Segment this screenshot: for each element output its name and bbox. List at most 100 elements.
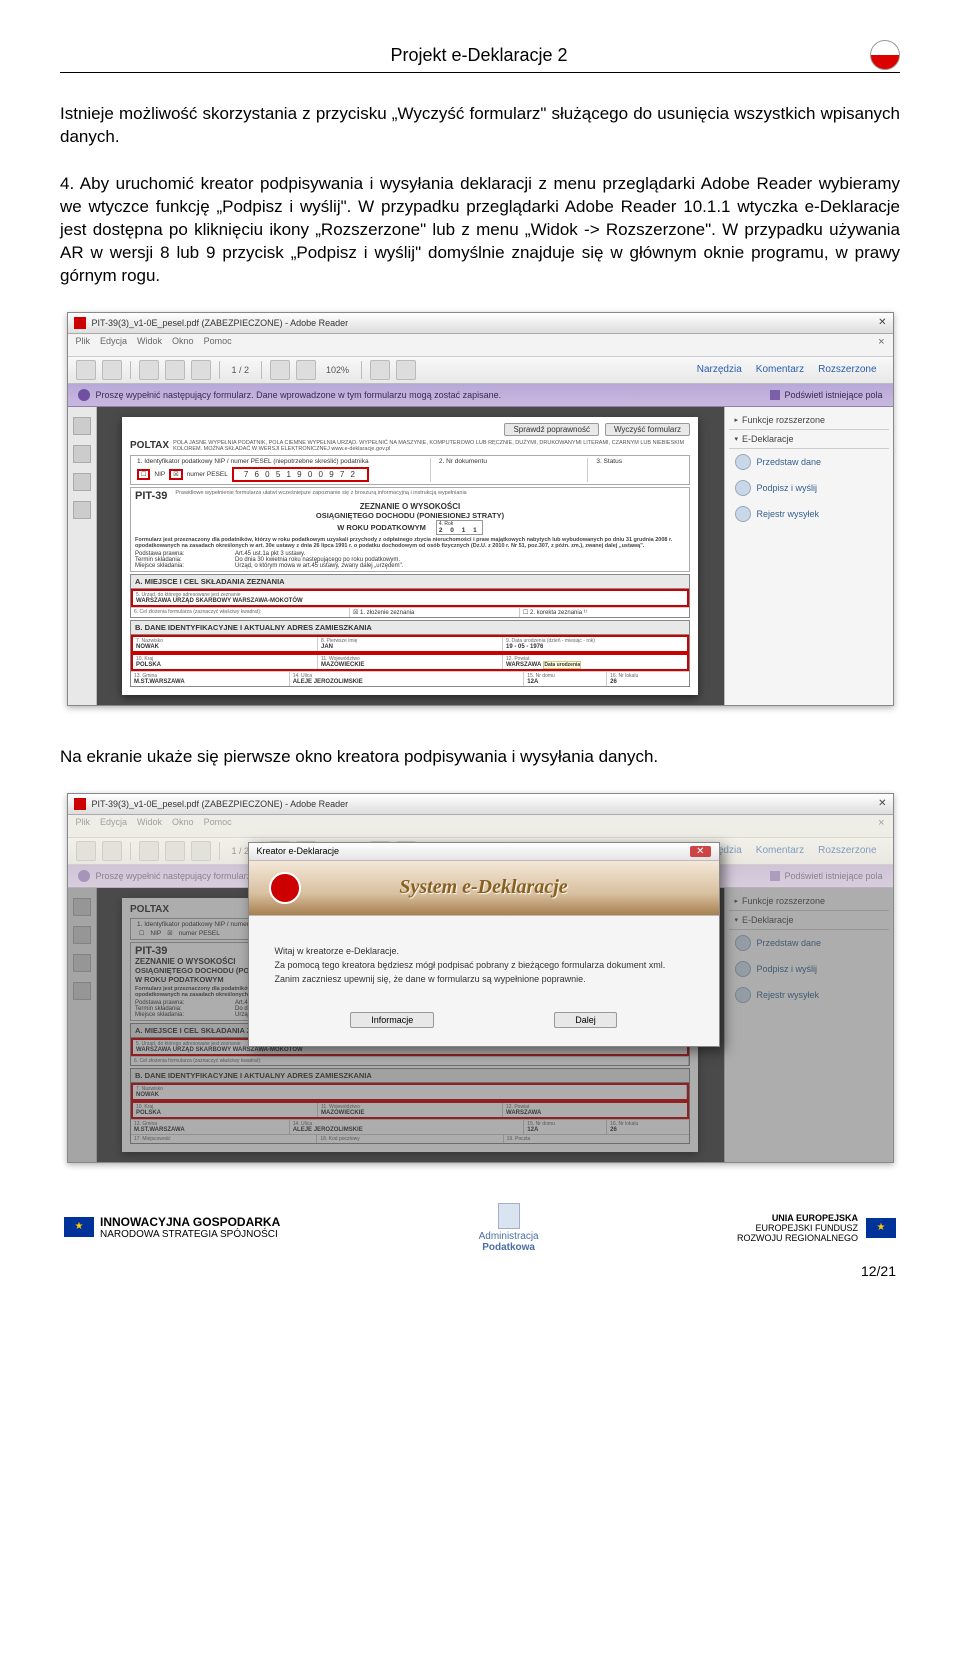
paragraph-3: Na ekranie ukaże się pierwsze okno kreat… xyxy=(60,746,900,769)
poltax-desc: POLA JASNE WYPEŁNIA PODATNIK, POLA CIEMN… xyxy=(173,440,690,452)
menu2-okno: Okno xyxy=(172,817,194,835)
wizard-banner: System e-Deklaracje xyxy=(249,861,719,916)
wizard-body: Witaj w kreatorze e-Deklaracje. Za pomoc… xyxy=(249,916,719,998)
footer-center-1: Administracja xyxy=(479,1231,539,1242)
b13v[interactable]: M.ST.WARSZAWA xyxy=(134,679,286,685)
fld-a6a[interactable]: 1. złożenie zeznania xyxy=(360,610,414,616)
highlight-label-2: Podświetl istniejące pola xyxy=(784,871,882,881)
b14v2: ALEJE JEROZOLIMSKIE xyxy=(293,1127,521,1133)
rp-edekl[interactable]: ▾E-Deklaracje xyxy=(729,430,889,449)
b18n2: 18. Kod pocztowy xyxy=(320,1136,499,1142)
rp2-funkc: ▸Funkcje rozszerzone xyxy=(729,892,889,911)
b8v[interactable]: JAN xyxy=(321,644,499,650)
window-close-icon[interactable]: ✕ xyxy=(878,317,886,328)
tb-email-icon[interactable] xyxy=(191,360,211,380)
lock-icon[interactable] xyxy=(73,445,91,463)
footer-center: Administracja Podatkowa xyxy=(479,1203,539,1253)
attachment-icon[interactable] xyxy=(73,501,91,519)
field3-label: 3. Status xyxy=(592,458,687,482)
document-area: Sprawdź poprawność Wyczyść formularz POL… xyxy=(97,407,724,705)
form-description: Formularz jest przeznaczony dla podatnik… xyxy=(135,535,685,551)
wizard-info-button[interactable]: Informacje xyxy=(350,1012,434,1028)
window-close-icon-2[interactable]: ✕ xyxy=(878,798,886,809)
b16v[interactable]: 26 xyxy=(610,679,686,685)
niplbl2: NIP xyxy=(150,930,161,937)
screenshot-adobe-reader: PIT-39(3)_v1-0E_pesel.pdf (ZABEZPIECZONE… xyxy=(67,312,894,706)
b10v[interactable]: POLSKA xyxy=(136,662,314,668)
menu-okno[interactable]: Okno xyxy=(172,336,194,354)
header-logo-icon xyxy=(870,40,900,70)
pdf-icon-2 xyxy=(74,798,86,810)
menubar-close-icon[interactable]: × xyxy=(878,336,884,354)
left-gutter-2 xyxy=(68,888,97,1162)
rp2-edekl: ▾E-Deklaracje xyxy=(729,911,889,930)
menu2-pomoc: Pomoc xyxy=(204,817,232,835)
b13v2: M.ST.WARSZAWA xyxy=(134,1127,286,1133)
thumb-icon[interactable] xyxy=(73,417,91,435)
wizard-next-button[interactable]: Dalej xyxy=(554,1012,617,1028)
menu-pomoc[interactable]: Pomoc xyxy=(204,336,232,354)
fld-a6b[interactable]: 2. korekta zeznania ¹⁾ xyxy=(530,610,587,616)
field1-label: 1. Identyfikator podatkowy NIP / numer P… xyxy=(137,458,426,465)
menu-edycja[interactable]: Edycja xyxy=(100,336,127,354)
year-value[interactable]: 2 0 1 1 xyxy=(439,527,480,534)
page-title: Projekt e-Deklaracje 2 xyxy=(88,45,870,66)
fld-a5-v[interactable]: WARSZAWA URZĄD SKARBOWY WARSZAWA-MOKOTÓW xyxy=(136,598,684,604)
tb-zoomin-icon[interactable] xyxy=(296,360,316,380)
rp-item-przedstaw[interactable]: Przedstaw dane xyxy=(729,449,889,475)
rp-item-rejestr[interactable]: Rejestr wysyłek xyxy=(729,501,889,527)
footer-eu-flag-right-icon: ★ xyxy=(866,1218,896,1238)
tb-misc-2[interactable] xyxy=(396,360,416,380)
nip-checkbox[interactable]: ☐ xyxy=(137,469,150,480)
rp2-ic2 xyxy=(735,961,751,977)
link-rozszerzone[interactable]: Rozszerzone xyxy=(818,364,876,375)
rp-item-podpisz[interactable]: Podpisz i wyślij xyxy=(729,475,889,501)
btn-wyczysc[interactable]: Wyczyść formularz xyxy=(605,423,690,436)
tb-save-icon[interactable] xyxy=(139,360,159,380)
menu-plik[interactable]: Plik xyxy=(76,336,91,354)
b10v2: POLSKA xyxy=(136,1110,314,1116)
rp-icon-3 xyxy=(735,506,751,522)
menu-widok[interactable]: Widok xyxy=(137,336,162,354)
highlight-toggle[interactable] xyxy=(770,390,780,400)
wizard-close-button[interactable]: ✕ xyxy=(690,846,710,857)
paragraph-2: 4. Aby uruchomić kreator podpisywania i … xyxy=(60,173,900,288)
b17n2: 17. Miejscowość xyxy=(134,1136,313,1142)
footer-center-2: Podatkowa xyxy=(479,1242,539,1253)
pesel-value[interactable]: 7 6 0 5 1 9 0 0 9 7 2 xyxy=(232,467,369,482)
left-nav-gutter xyxy=(68,407,97,705)
bookmark-icon[interactable] xyxy=(73,473,91,491)
highlight-fields-btn[interactable]: Podświetl istniejące pola xyxy=(784,390,882,400)
btn-sprawdz[interactable]: Sprawdź poprawność xyxy=(504,423,598,436)
window-titlebar-2: PIT-39(3)_v1-0E_pesel.pdf (ZABEZPIECZONE… xyxy=(68,794,893,815)
b9v[interactable]: 19 - 05 - 1976 xyxy=(506,644,684,650)
b12v[interactable]: WARSZAWA xyxy=(506,662,541,668)
page-number: 12/21 xyxy=(60,1263,900,1279)
footer-left-2: NARODOWA STRATEGIA SPÓJNOŚCI xyxy=(100,1229,280,1240)
rp2-ic1 xyxy=(735,935,751,951)
tb-print-icon[interactable] xyxy=(165,360,185,380)
b7v[interactable]: NOWAK xyxy=(136,644,314,650)
link-komentarz[interactable]: Komentarz xyxy=(756,364,804,375)
tb-btn-2[interactable] xyxy=(102,360,122,380)
pit-number: PIT-39 xyxy=(135,490,167,502)
footer-left-1: INNOWACYJNA GOSPODARKA xyxy=(100,1215,280,1229)
wizard-banner-text: System e-Deklaracje xyxy=(399,876,567,899)
b15v[interactable]: 12A xyxy=(527,679,603,685)
tb-zoomout-icon[interactable] xyxy=(270,360,290,380)
rp-funkc[interactable]: ▸Funkcje rozszerzone xyxy=(729,411,889,430)
section-a-header: A. MIEJSCE I CEL SKŁADANIA ZEZNANIA xyxy=(131,575,689,589)
b7v2: NOWAK xyxy=(136,1092,683,1098)
tb-misc-1[interactable] xyxy=(370,360,390,380)
b11v2: MAZOWIECKIE xyxy=(321,1110,499,1116)
menu2-plik: Plik xyxy=(76,817,91,835)
pesel-checkbox[interactable]: ☒ xyxy=(169,469,182,480)
info-icon-2 xyxy=(78,870,90,882)
link-narzedzia[interactable]: Narzędzia xyxy=(697,364,742,375)
b11v[interactable]: MAZOWIECKIE xyxy=(321,662,499,668)
footer-left: ★ INNOWACYJNA GOSPODARKA NARODOWA STRATE… xyxy=(64,1215,280,1240)
b14v[interactable]: ALEJE JEROZOLIMSKIE xyxy=(293,679,521,685)
tb-btn-1[interactable] xyxy=(76,360,96,380)
lg2-2 xyxy=(73,926,91,944)
footer-right: UNIA EUROPEJSKA EUROPEJSKI FUNDUSZ ROZWO… xyxy=(737,1213,896,1243)
